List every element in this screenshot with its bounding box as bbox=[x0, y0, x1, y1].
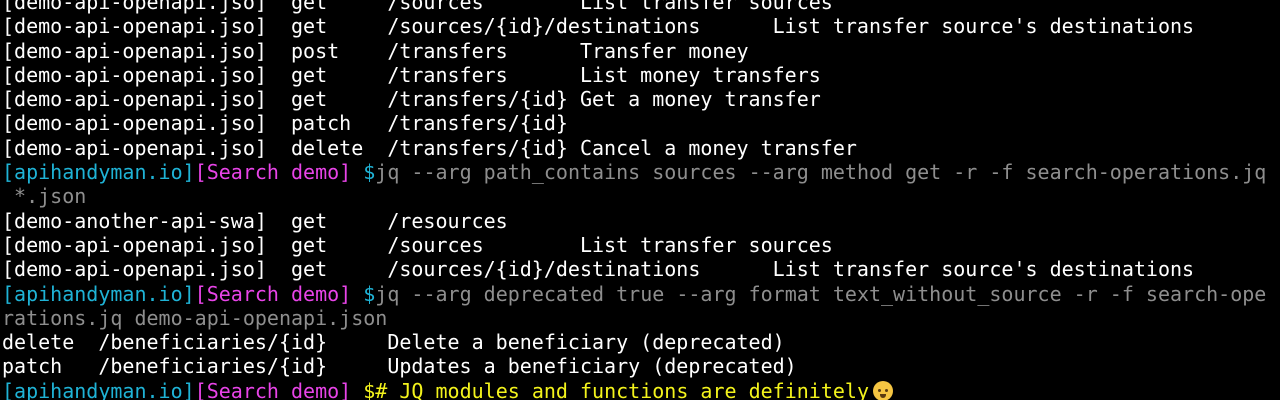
output-line: [demo-another-api-swa] get /resources bbox=[2, 209, 1280, 233]
prompt-host: [apihandyman.io] bbox=[2, 378, 195, 400]
output-text: [demo-api-openapi.jso] get /sources List… bbox=[2, 232, 833, 257]
command-continuation-line: rations.jq demo-api-openapi.json bbox=[2, 306, 1280, 330]
output-line: [demo-api-openapi.jso] delete /transfers… bbox=[2, 136, 1280, 160]
output-line: [demo-api-openapi.jso] get /sources List… bbox=[2, 0, 1280, 14]
prompt-symbol: $ bbox=[351, 378, 376, 400]
prompt-host: [apihandyman.io] bbox=[2, 160, 195, 185]
output-line: [demo-api-openapi.jso] get /transfers/{i… bbox=[2, 87, 1280, 111]
output-text: [demo-api-openapi.jso] get /transfers/{i… bbox=[2, 87, 821, 112]
active-prompt-line: [apihandyman.io][Search demo] $# JQ modu… bbox=[2, 379, 1280, 400]
output-line: [demo-api-openapi.jso] get /transfers Li… bbox=[2, 63, 1280, 87]
prompt-host: [apihandyman.io] bbox=[2, 281, 195, 306]
terminal-output: [demo-api-openapi.jso] get /sources List… bbox=[2, 0, 1280, 400]
prompt-symbol: $ bbox=[351, 160, 376, 185]
output-line: [demo-api-openapi.jso] get /sources/{id}… bbox=[2, 257, 1280, 281]
output-line: [demo-api-openapi.jso] get /sources List… bbox=[2, 233, 1280, 257]
output-text: [demo-api-openapi.jso] post /transfers T… bbox=[2, 38, 749, 63]
prompt-directory: [Search demo] bbox=[194, 378, 352, 400]
command-text: *.json bbox=[2, 184, 87, 209]
command-text: jq --arg path_contains sources --arg met… bbox=[375, 160, 1267, 185]
output-text: [demo-another-api-swa] get /resources bbox=[2, 208, 508, 233]
output-line: [demo-api-openapi.jso] get /sources/{id}… bbox=[2, 14, 1280, 38]
output-text: [demo-api-openapi.jso] get /transfers Li… bbox=[2, 62, 821, 87]
terminal-window[interactable]: [demo-api-openapi.jso] get /sources List… bbox=[0, 0, 1280, 400]
output-text: patch /beneficiaries/{id} Updates a bene… bbox=[2, 354, 797, 379]
prompt-directory: [Search demo] bbox=[194, 281, 352, 306]
command-continuation-line: *.json bbox=[2, 184, 1280, 208]
output-line: [demo-api-openapi.jso] post /transfers T… bbox=[2, 39, 1280, 63]
prompt-line: [apihandyman.io][Search demo] $jq --arg … bbox=[2, 282, 1280, 306]
exploding-head-emoji-icon bbox=[872, 380, 893, 400]
output-text: [demo-api-openapi.jso] get /sources List… bbox=[2, 0, 833, 14]
output-line: patch /beneficiaries/{id} Updates a bene… bbox=[2, 354, 1280, 378]
output-text: delete /beneficiaries/{id} Delete a bene… bbox=[2, 330, 785, 355]
command-text: rations.jq demo-api-openapi.json bbox=[2, 305, 388, 330]
command-text: jq --arg deprecated true --arg format te… bbox=[375, 281, 1267, 306]
comment-text: # JQ modules and functions are definitel… bbox=[375, 378, 869, 400]
output-text: [demo-api-openapi.jso] delete /transfers… bbox=[2, 135, 857, 160]
prompt-symbol: $ bbox=[351, 281, 376, 306]
output-text: [demo-api-openapi.jso] patch /transfers/… bbox=[2, 111, 568, 136]
output-line: delete /beneficiaries/{id} Delete a bene… bbox=[2, 330, 1280, 354]
output-text: [demo-api-openapi.jso] get /sources/{id}… bbox=[2, 257, 1195, 282]
output-text: [demo-api-openapi.jso] get /sources/{id}… bbox=[2, 14, 1195, 39]
prompt-line: [apihandyman.io][Search demo] $jq --arg … bbox=[2, 160, 1280, 184]
prompt-directory: [Search demo] bbox=[194, 160, 352, 185]
output-line: [demo-api-openapi.jso] patch /transfers/… bbox=[2, 111, 1280, 135]
